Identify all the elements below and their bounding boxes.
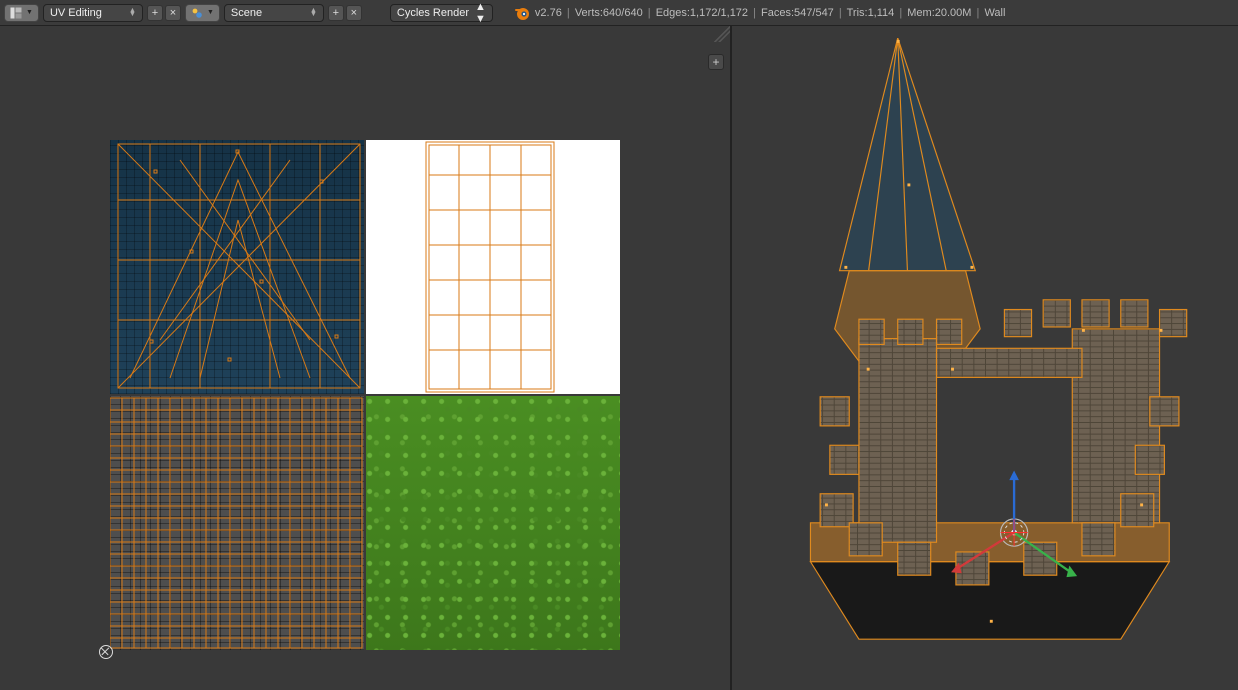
stat-object: Wall <box>984 7 1005 19</box>
3d-viewport[interactable] <box>732 26 1238 690</box>
scene-label: Scene <box>231 7 262 19</box>
stat-mem: Mem:20.00M <box>907 7 971 19</box>
spinner-arrows-icon: ▲▼ <box>310 9 317 17</box>
plus-icon: + <box>333 7 339 19</box>
header-stats: v2.76 | Verts:640/640 | Edges:1,172/1,17… <box>535 7 1006 19</box>
layout-icon <box>10 7 22 19</box>
stat-version: v2.76 <box>535 7 562 19</box>
info-header: ▼ UV Editing ▲▼ + × ▼ Scene ▲▼ + × Cycle… <box>0 0 1238 26</box>
render-engine-dropdown[interactable]: Cycles Render ▲▼ <box>390 4 493 22</box>
scene-dropdown[interactable]: Scene ▲▼ <box>224 4 324 22</box>
stat-tris: Tris:1,114 <box>847 7 895 19</box>
close-icon: × <box>170 7 176 19</box>
editor-type-button[interactable]: ▼ <box>4 4 39 22</box>
blender-logo-icon <box>513 4 531 22</box>
scene-icon <box>191 7 203 19</box>
scene-browse-button[interactable]: ▼ <box>185 4 220 22</box>
uv-texture-canvas[interactable] <box>110 140 620 650</box>
chevron-down-icon: ▼ <box>207 9 214 16</box>
chevron-down-icon: ▼ <box>26 9 33 16</box>
render-engine-label: Cycles Render <box>397 7 469 19</box>
close-icon: × <box>351 7 357 19</box>
3d-view-canvas[interactable] <box>732 26 1238 690</box>
texture-quadrant-bottom-right <box>366 396 620 650</box>
toolbar-expand-button[interactable]: + <box>708 54 724 70</box>
spinner-arrows-icon: ▲▼ <box>475 1 486 25</box>
delete-screen-button[interactable]: × <box>165 5 181 21</box>
spinner-arrows-icon: ▲▼ <box>129 9 136 17</box>
screen-layout-label: UV Editing <box>50 7 102 19</box>
area-corner-handle[interactable] <box>714 26 730 42</box>
plus-icon: + <box>152 7 158 19</box>
texture-quadrant-bottom-left <box>110 396 364 650</box>
screen-layout-dropdown[interactable]: UV Editing ▲▼ <box>43 4 143 22</box>
add-screen-button[interactable]: + <box>147 5 163 21</box>
work-area: + <box>0 26 1238 690</box>
cursor-2d-icon <box>88 634 122 668</box>
add-scene-button[interactable]: + <box>328 5 344 21</box>
stat-faces: Faces:547/547 <box>761 7 834 19</box>
texture-quadrant-top-right <box>366 140 620 394</box>
stat-verts: Verts:640/640 <box>575 7 643 19</box>
texture-quadrant-top-left <box>110 140 364 394</box>
castle-mesh-icon <box>745 38 1225 678</box>
stat-edges: Edges:1,172/1,172 <box>656 7 748 19</box>
delete-scene-button[interactable]: × <box>346 5 362 21</box>
uv-image-editor[interactable]: + <box>0 26 732 690</box>
